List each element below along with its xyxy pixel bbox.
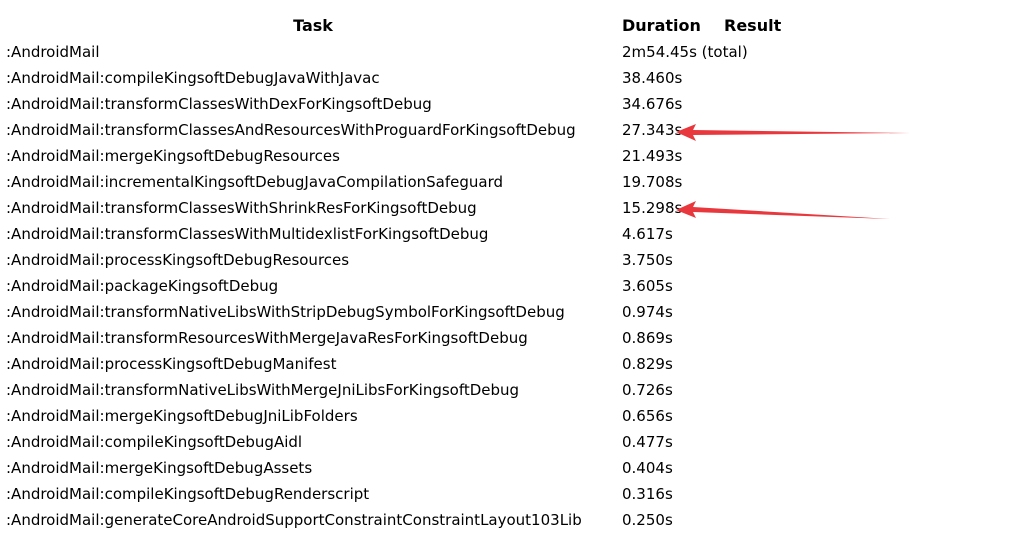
task-duration-cell: 3.605s (622, 277, 673, 295)
header-task: Task (293, 16, 333, 35)
table-row: :AndroidMail:transformNativeLibsWithMerg… (4, 377, 804, 403)
task-duration-cell: 2m54.45s (total) (622, 43, 748, 61)
table-row: :AndroidMail:packageKingsoftDebug 3.605s (4, 273, 804, 299)
task-result-cell (722, 429, 804, 455)
task-name-cell: :AndroidMail:compileKingsoftDebugJavaWit… (6, 69, 380, 87)
task-result-cell (722, 299, 804, 325)
task-rows: :AndroidMail 2m54.45s (total):AndroidMail… (4, 39, 804, 533)
task-name-cell: :AndroidMail:transformClassesAndResource… (6, 121, 576, 139)
task-result-cell (722, 273, 804, 299)
table-row: :AndroidMail 2m54.45s (total) (4, 39, 804, 65)
task-duration-cell: 0.869s (622, 329, 673, 347)
table-row: :AndroidMail:mergeKingsoftDebugResources… (4, 143, 804, 169)
task-result-cell (722, 91, 804, 117)
table-row: :AndroidMail:generateCoreAndroidSupportC… (4, 507, 804, 533)
task-result-cell (722, 481, 804, 507)
task-name-cell: :AndroidMail:processKingsoftDebugManifes… (6, 355, 337, 373)
task-result-cell (722, 65, 804, 91)
task-result-cell (722, 325, 804, 351)
task-result-cell (722, 377, 804, 403)
task-name-cell: :AndroidMail:compileKingsoftDebugAidl (6, 433, 303, 451)
task-duration-cell: 0.974s (622, 303, 673, 321)
red-arrow-shape (676, 124, 910, 141)
red-arrow-annotation (676, 124, 910, 141)
table-row: :AndroidMail:mergeKingsoftDebugJniLibFol… (4, 403, 804, 429)
table-row: :AndroidMail:transformClassesWithDexForK… (4, 91, 804, 117)
task-duration-cell: 0.404s (622, 459, 673, 477)
table-row: :AndroidMail:incrementalKingsoftDebugJav… (4, 169, 804, 195)
table-row: :AndroidMail:processKingsoftDebugManifes… (4, 351, 804, 377)
task-name-cell: :AndroidMail:transformClassesWithShrinkR… (6, 199, 477, 217)
table-row: :AndroidMail:compileKingsoftDebugJavaWit… (4, 65, 804, 91)
task-name-cell: :AndroidMail:transformClassesWithMultide… (6, 225, 489, 243)
task-duration-table: Task Duration Result :AndroidMail 2m54.45… (4, 13, 804, 533)
task-result-cell (722, 143, 804, 169)
task-name-cell: :AndroidMail:mergeKingsoftDebugAssets (6, 459, 313, 477)
build-profile-report: Task Duration Result :AndroidMail 2m54.45… (0, 0, 1019, 529)
table-row: :AndroidMail:mergeKingsoftDebugAssets 0.4… (4, 455, 804, 481)
task-result-cell (722, 247, 804, 273)
task-name-cell: :AndroidMail:transformNativeLibsWithStri… (6, 303, 565, 321)
task-duration-cell: 0.726s (622, 381, 673, 399)
task-name-cell: :AndroidMail:transformClassesWithDexForK… (6, 95, 432, 113)
table-row: :AndroidMail:transformClassesWithMultide… (4, 221, 804, 247)
task-duration-cell: 0.316s (622, 485, 673, 503)
table-row: :AndroidMail:compileKingsoftDebugAidl 0.4… (4, 429, 804, 455)
table-row: :AndroidMail:processKingsoftDebugResourc… (4, 247, 804, 273)
task-duration-cell: 4.617s (622, 225, 673, 243)
task-duration-cell: 0.829s (622, 355, 673, 373)
task-duration-cell: 19.708s (622, 173, 683, 191)
table-row: :AndroidMail:transformResourcesWithMerge… (4, 325, 804, 351)
task-duration-cell: 0.656s (622, 407, 673, 425)
task-name-cell: :AndroidMail:generateCoreAndroidSupportC… (6, 511, 582, 529)
task-name-cell: :AndroidMail:compileKingsoftDebugRenders… (6, 485, 370, 503)
task-name-cell: :AndroidMail:mergeKingsoftDebugJniLibFol… (6, 407, 358, 425)
table-row: :AndroidMail:compileKingsoftDebugRenders… (4, 481, 804, 507)
task-duration-cell: 38.460s (622, 69, 683, 87)
task-result-cell (722, 403, 804, 429)
task-name-cell: :AndroidMail:mergeKingsoftDebugResources (6, 147, 340, 165)
task-duration-cell: 0.477s (622, 433, 673, 451)
header-result: Result (724, 16, 782, 35)
table-row: :AndroidMail:transformNativeLibsWithStri… (4, 299, 804, 325)
task-name-cell: :AndroidMail:transformNativeLibsWithMerg… (6, 381, 520, 399)
task-result-cell (722, 507, 804, 533)
header-duration: Duration (622, 16, 701, 35)
task-duration-cell: 0.250s (622, 511, 673, 529)
task-name-cell: :AndroidMail:packageKingsoftDebug (6, 277, 279, 295)
task-result-cell (722, 221, 804, 247)
task-name-cell: :AndroidMail:processKingsoftDebugResourc… (6, 251, 350, 269)
task-name-cell: :AndroidMail:incrementalKingsoftDebugJav… (6, 173, 503, 191)
red-arrow-annotation (676, 201, 890, 219)
task-name-cell: :AndroidMail:transformResourcesWithMerge… (6, 329, 528, 347)
task-result-cell (722, 169, 804, 195)
red-arrow-shape (676, 201, 890, 219)
task-result-cell (722, 351, 804, 377)
task-duration-cell: 3.750s (622, 251, 673, 269)
task-result-cell (722, 455, 804, 481)
task-duration-cell: 21.493s (622, 147, 683, 165)
task-duration-cell: 34.676s (622, 95, 683, 113)
table-header-row: Task Duration Result (4, 13, 804, 39)
task-name-cell: :AndroidMail (6, 43, 100, 61)
